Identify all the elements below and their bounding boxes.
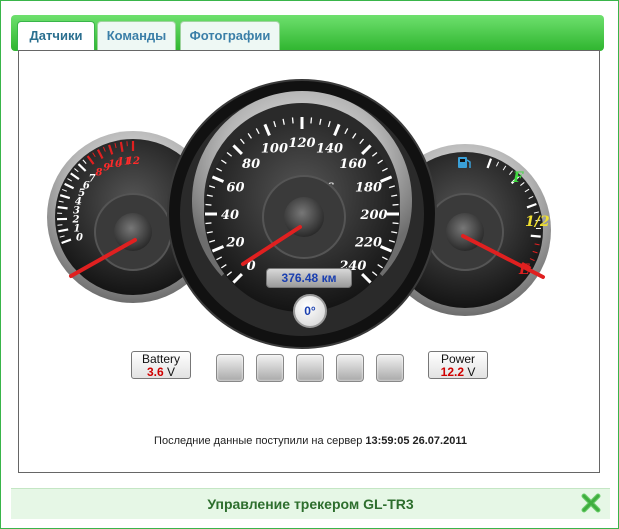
battery-unit: V xyxy=(167,365,176,379)
indicator-4 xyxy=(336,354,364,382)
speed-tick xyxy=(291,117,294,124)
rpm-tick xyxy=(57,224,63,226)
power-box: Power 12.2 V xyxy=(428,351,488,379)
sensors-panel: 0 1 2 3 4 5 6 7 8 9 10 11 12 F 1/2 E 0 2… xyxy=(18,50,600,473)
power-value: 12.2 xyxy=(440,365,464,379)
speed-tick-label: 20 xyxy=(225,236,244,251)
status-text: Последние данные поступили на сервер xyxy=(154,435,363,447)
heading-indicator: 0° xyxy=(293,294,327,328)
power-unit: V xyxy=(467,365,476,379)
speed-tick-label: 60 xyxy=(226,180,244,195)
speed-tick-label: 160 xyxy=(339,157,366,172)
speed-tick xyxy=(205,203,212,206)
speed-tick-label: 120 xyxy=(288,136,315,151)
speed-tick-label: 200 xyxy=(359,208,387,223)
battery-box: Battery 3.6 V xyxy=(131,351,191,379)
speed-tick xyxy=(205,222,212,225)
fuel-half-label: 1/2 xyxy=(525,214,550,230)
speed-tick-label: 100 xyxy=(261,141,288,156)
indicator-3 xyxy=(296,354,324,382)
battery-value: 3.6 xyxy=(146,365,164,379)
speed-tick xyxy=(392,203,399,206)
tab-commands[interactable]: Команды xyxy=(97,21,176,51)
rpm-tick-label: 8 xyxy=(95,167,102,178)
speed-tick-label: 80 xyxy=(242,157,260,172)
close-icon[interactable] xyxy=(580,492,602,514)
rpm-tick-label: 12 xyxy=(126,156,140,167)
tracker-footer: Управление трекером GL-TR3 xyxy=(11,488,610,519)
rpm-tick xyxy=(57,205,68,210)
fuel-full-label: F xyxy=(512,170,524,186)
speed-tick xyxy=(310,117,313,124)
speed-tick-label: 140 xyxy=(316,141,343,156)
speed-tick-label: 180 xyxy=(355,180,382,195)
window-frame: Датчики Команды Фотографии 0 1 2 3 4 5 6… xyxy=(0,0,619,529)
indicator-5 xyxy=(376,354,404,382)
speed-tick-label: 40 xyxy=(221,208,239,223)
tab-bar: Датчики Команды Фотографии xyxy=(11,15,604,51)
tab-photos[interactable]: Фотографии xyxy=(180,21,280,51)
fuel-tick xyxy=(530,234,541,238)
footer-title: Управление трекером GL-TR3 xyxy=(207,496,414,512)
indicator-2 xyxy=(256,354,284,382)
indicator-1 xyxy=(216,354,244,382)
speed-tick xyxy=(392,222,399,225)
last-data-status: Последние данные поступили на сервер 13:… xyxy=(1,435,619,447)
speed-tick-label: 220 xyxy=(354,236,382,251)
status-time: 13:59:05 26.07.2011 xyxy=(365,435,467,447)
odometer-display: 376.48 км xyxy=(266,268,352,288)
tab-sensors[interactable]: Датчики xyxy=(17,21,95,51)
